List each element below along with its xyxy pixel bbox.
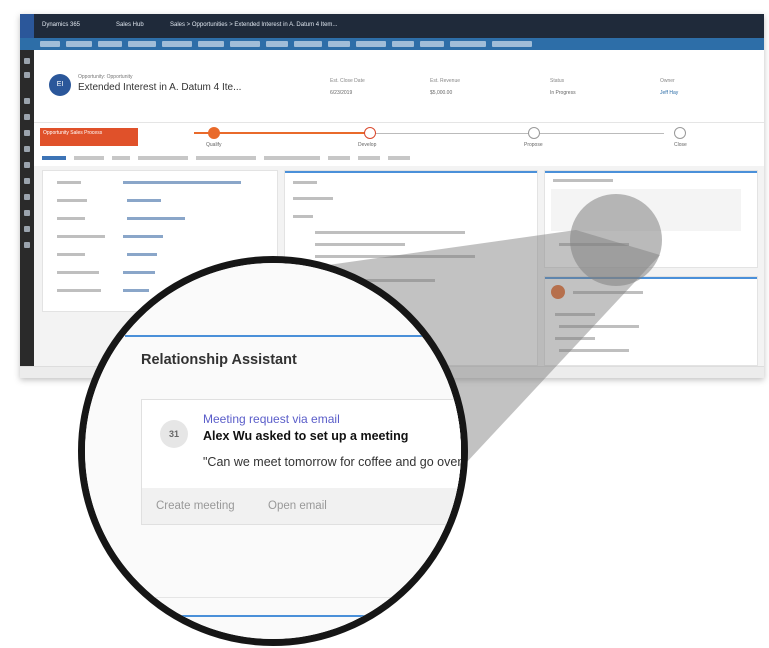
next-section-border: [125, 615, 461, 617]
magnified-region-marker: [570, 194, 662, 286]
section-top-border: [125, 335, 461, 337]
open-email-button[interactable]: Open email: [268, 500, 327, 512]
relationship-assistant-title: Relationship Assistant: [141, 352, 297, 368]
divider: [125, 597, 461, 598]
assistant-card: 31 Meeting request via email Alex Wu ask…: [141, 399, 462, 525]
assistant-card-body: 31 Meeting request via email Alex Wu ask…: [142, 400, 462, 488]
assistant-quote: "Can we meet tomorrow for coffee and go …: [203, 455, 462, 469]
create-meeting-button[interactable]: Create meeting: [156, 500, 235, 512]
meeting-icon: 31: [160, 420, 188, 448]
assistant-headline: Alex Wu asked to set up a meeting: [203, 429, 409, 443]
meeting-request-link[interactable]: Meeting request via email: [203, 412, 340, 426]
zoomed-content: Relationship Assistant 31 Meeting reques…: [85, 263, 461, 639]
magnifier-lens: Relationship Assistant 31 Meeting reques…: [78, 256, 468, 646]
